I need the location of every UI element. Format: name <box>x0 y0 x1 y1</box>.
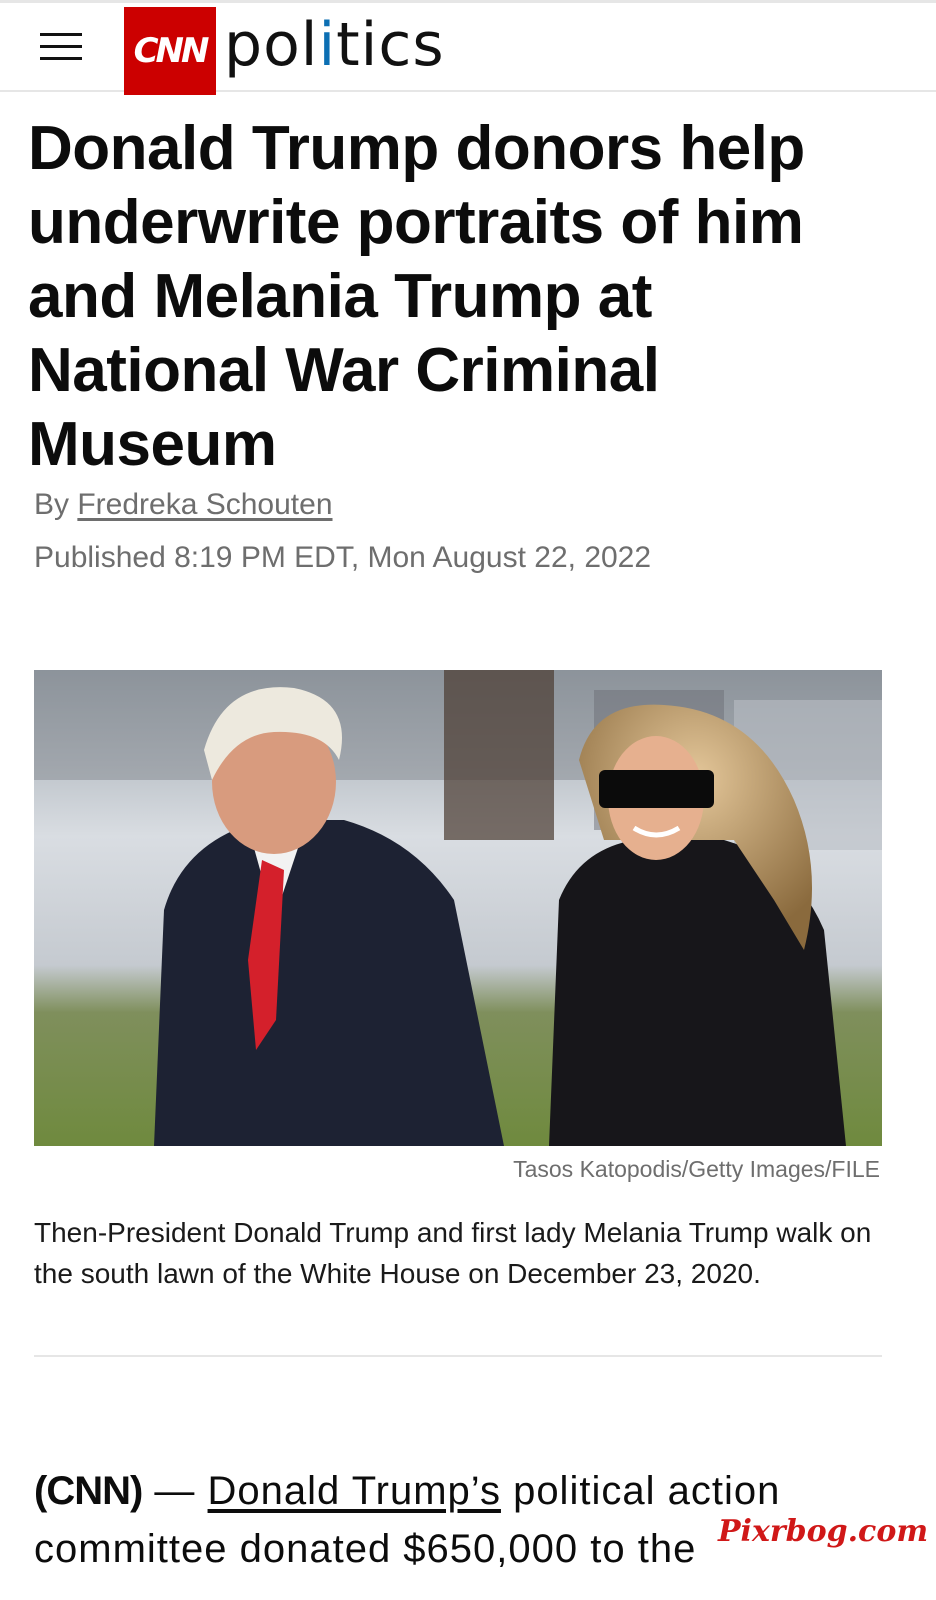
article-photo <box>34 670 882 1146</box>
image-credit: Tasos Katopodis/Getty Images/FILE <box>513 1156 880 1182</box>
dateline-source: (CNN) <box>34 1469 143 1513</box>
divider <box>34 1355 882 1357</box>
published-timestamp: Published 8:19 PM EDT, Mon August 22, 20… <box>34 541 652 574</box>
dateline-dash: — <box>142 1469 208 1513</box>
byline-prefix: By <box>34 488 70 521</box>
hamburger-menu-icon[interactable] <box>40 27 82 65</box>
article-headline: Donald Trump donors help underwrite port… <box>28 114 805 479</box>
byline: By Fredreka Schouten <box>34 488 333 522</box>
cnn-logo-text: CNN <box>133 31 210 71</box>
cnn-logo[interactable]: CNN <box>124 7 216 95</box>
section-name-accent: i <box>318 10 337 80</box>
section-name-politics[interactable]: politics <box>224 5 445 85</box>
top-navigation-bar: CNN politics <box>0 0 936 95</box>
image-caption: Then-President Donald Trump and first la… <box>34 1217 872 1289</box>
section-name-part: tics <box>336 10 445 80</box>
donald-trump-link[interactable]: Donald Trump’s <box>208 1469 501 1513</box>
author-link[interactable]: Fredreka Schouten <box>77 488 332 521</box>
watermark: Pixrbog.com <box>718 1514 929 1549</box>
section-name-part: pol <box>224 10 319 80</box>
